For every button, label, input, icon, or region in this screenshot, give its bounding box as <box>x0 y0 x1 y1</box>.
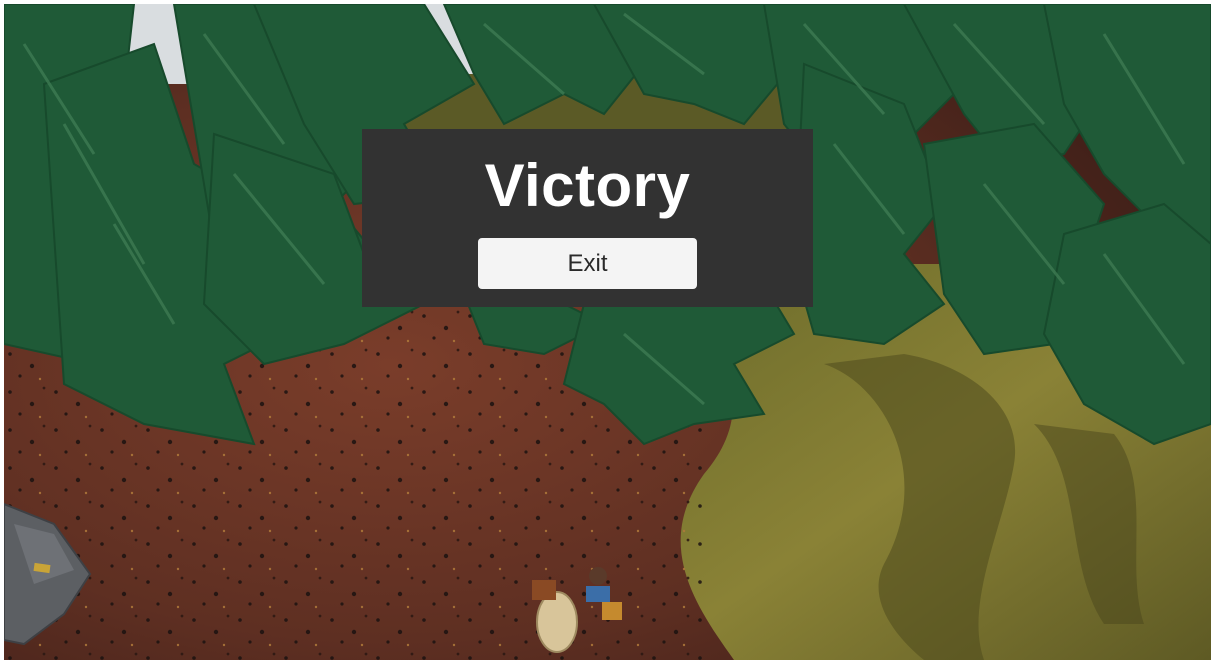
victory-dialog: Victory Exit <box>362 129 813 307</box>
game-world <box>4 4 1211 660</box>
game-scene: Victory Exit <box>4 4 1211 660</box>
victory-title: Victory <box>484 152 691 219</box>
exit-button[interactable]: Exit <box>478 238 697 289</box>
